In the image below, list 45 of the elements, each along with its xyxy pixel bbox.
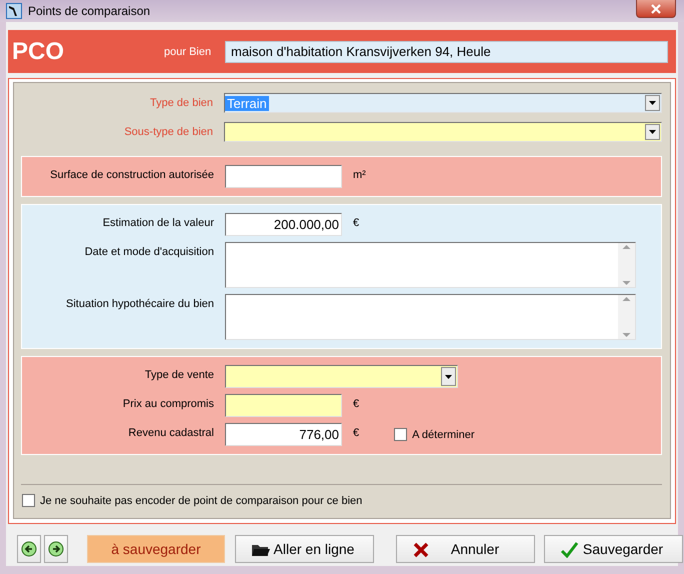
app-icon <box>6 3 22 19</box>
unit-label: € <box>353 426 360 439</box>
field-label: Type de vente <box>144 368 214 381</box>
checkbox-label[interactable]: Je ne souhaite pas encoder de point de comparaison pour ce bien <box>40 494 362 506</box>
caret-icon <box>649 130 656 134</box>
field-label: Revenu cadastral <box>127 426 214 439</box>
text-area[interactable] <box>225 294 636 340</box>
field-label: Situation hypothécaire du bien <box>65 297 214 310</box>
cross-icon <box>412 540 431 558</box>
form-code: PCO <box>12 38 66 66</box>
caret-icon <box>445 374 452 378</box>
scrollbar[interactable] <box>618 243 635 287</box>
field-label: Type de bien <box>149 96 213 109</box>
property-field[interactable]: maison d'habitation Kransvijverken 94, Heule <box>225 40 668 62</box>
status-button[interactable]: à sauvegarder <box>87 535 225 563</box>
input-field[interactable]: 200.000,00 <box>225 213 342 236</box>
close-button[interactable] <box>636 0 676 18</box>
input-field[interactable] <box>225 394 342 417</box>
action-button[interactable]: Aller en ligne <box>235 535 374 563</box>
checkbox[interactable] <box>394 428 408 441</box>
input-field[interactable] <box>225 165 342 188</box>
action-button[interactable]: Annuler <box>396 535 535 563</box>
close-icon <box>651 4 661 14</box>
previous-button[interactable] <box>17 535 41 563</box>
next-button[interactable] <box>44 535 68 563</box>
action-button[interactable]: Sauvegarder <box>544 535 683 563</box>
field-label: Date et mode d'acquisition <box>84 245 214 258</box>
unit-label: m² <box>353 168 366 181</box>
input-field[interactable]: 776,00 <box>225 423 342 446</box>
field-label: Estimation de la valeur <box>102 216 214 229</box>
checkbox[interactable] <box>22 494 35 507</box>
scrollbar[interactable] <box>618 295 635 339</box>
field-label: Prix au compromis <box>122 397 214 410</box>
dropdown[interactable] <box>224 122 662 142</box>
text-area[interactable] <box>225 242 636 288</box>
dropdown[interactable] <box>225 365 458 388</box>
checkbox-label[interactable]: A déterminer <box>412 428 474 440</box>
field-label: pour Bien <box>164 46 212 58</box>
caret-icon <box>649 101 656 105</box>
unit-label: € <box>353 216 360 229</box>
checkmark-icon <box>560 540 579 558</box>
field-label: Surface de construction autorisée <box>49 168 214 181</box>
field-label: Sous-type de bien <box>123 125 213 138</box>
window-title: Points de comparaison <box>28 4 150 18</box>
unit-label: € <box>353 397 360 410</box>
